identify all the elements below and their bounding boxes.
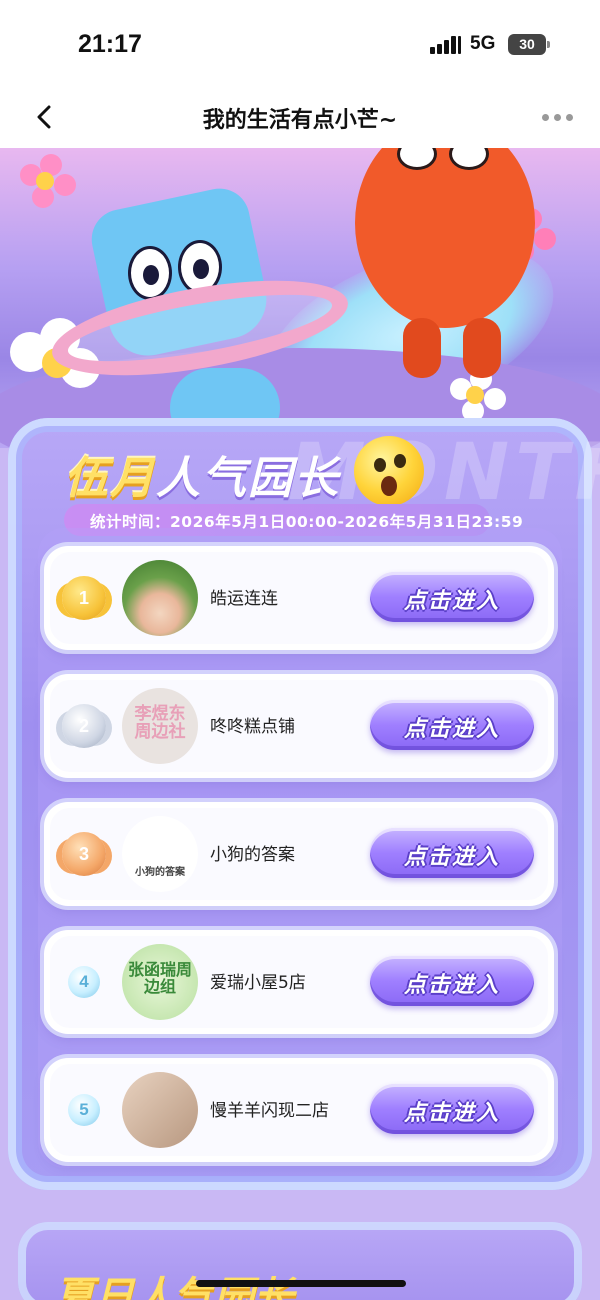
store-name: 小狗的答案 [210, 845, 295, 865]
blue-mascot [45, 168, 355, 448]
enter-store-button[interactable]: 点击进入 [370, 956, 534, 1006]
enter-store-label: 点击进入 [403, 1101, 500, 1126]
enter-store-button[interactable]: 点击进入 [370, 1084, 534, 1134]
status-time: 21:17 [78, 30, 142, 58]
enter-store-button[interactable]: 点击进入 [370, 828, 534, 878]
store-name: 慢羊羊闪现二店 [210, 1101, 329, 1121]
rank-medal-icon: 4 [68, 966, 100, 998]
battery-icon: 30 [508, 34, 550, 55]
rank-row: 5 慢羊羊闪现二店 点击进入 [44, 1058, 554, 1162]
rank-medal-icon: 2 [62, 704, 106, 748]
store-name: 皓运连连 [210, 589, 278, 609]
store-avatar[interactable]: 小狗的答案 [122, 816, 198, 892]
store-avatar[interactable] [122, 1072, 198, 1148]
enter-store-label: 点击进入 [403, 973, 500, 998]
store-avatar[interactable]: 张函瑞周边组 [122, 944, 198, 1020]
network-type: 5G [470, 33, 496, 54]
store-avatar[interactable]: 李煜东周边社 [122, 688, 198, 764]
enter-store-button[interactable]: 点击进入 [370, 572, 534, 622]
panel-title: 伍月人气园长 [64, 442, 340, 506]
status-bar: 21:17 5G 30 [0, 0, 600, 90]
rank-row: 1 皓运连连 点击进入 [44, 546, 554, 650]
enter-store-button[interactable]: 点击进入 [370, 700, 534, 750]
enter-store-label: 点击进入 [403, 845, 500, 870]
home-indicator [196, 1280, 406, 1287]
page-title: 我的生活有点小芒~ [202, 108, 398, 133]
hero-banner [0, 148, 600, 448]
rank-medal-icon: 3 [62, 832, 106, 876]
signal-icon [430, 36, 462, 54]
rank-row: 4 张函瑞周边组 爱瑞小屋5店 点击进入 [44, 930, 554, 1034]
more-button[interactable] [538, 112, 578, 126]
store-name: 咚咚糕点铺 [210, 717, 295, 737]
red-mascot [345, 148, 545, 388]
rank-medal-icon: 5 [68, 1094, 100, 1126]
next-section-card: 夏日人气园长 [18, 1222, 582, 1300]
enter-store-label: 点击进入 [403, 717, 500, 742]
store-avatar[interactable] [122, 560, 198, 636]
panel-title-month: 伍月 [64, 453, 156, 504]
avatar-label: 张函瑞周边组 [128, 960, 193, 996]
avatar-label: 李煜东周边社 [134, 704, 186, 742]
avatar-label: 小狗的答案 [135, 867, 185, 878]
rank-row: 3 小狗的答案 小狗的答案 点击进入 [44, 802, 554, 906]
rank-medal-icon: 1 [62, 576, 106, 620]
store-name: 爱瑞小屋5店 [210, 973, 306, 993]
panel-title-label: 人气园长 [156, 453, 340, 504]
rank-row: 2 李煜东周边社 咚咚糕点铺 点击进入 [44, 674, 554, 778]
nav-bar: 我的生活有点小芒~ [0, 90, 600, 148]
surprised-face-icon [354, 436, 424, 506]
enter-store-label: 点击进入 [403, 589, 500, 614]
